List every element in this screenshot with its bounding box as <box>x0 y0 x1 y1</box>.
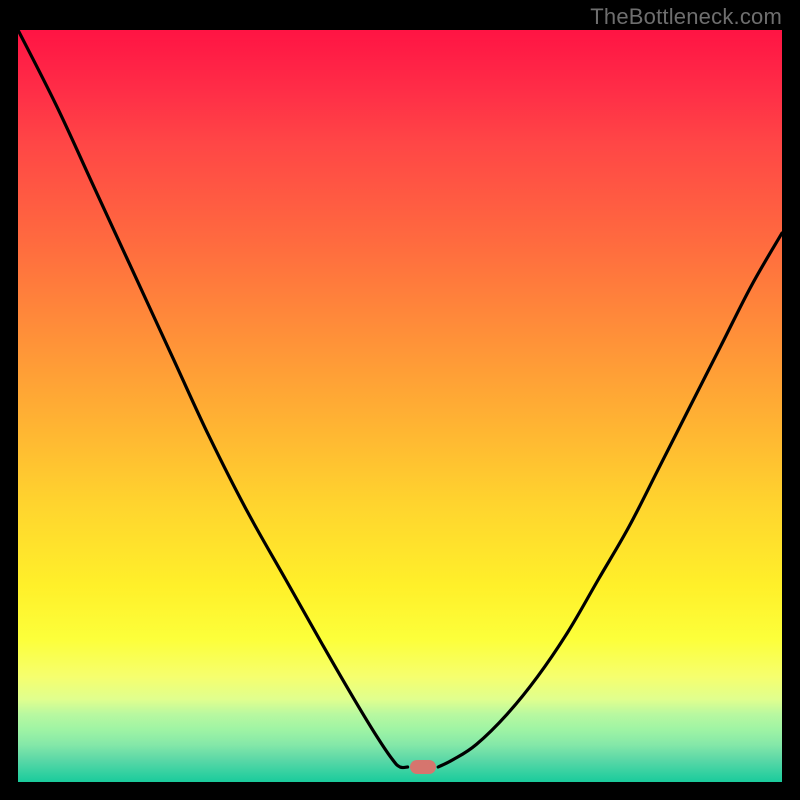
plot-area <box>18 30 782 782</box>
chart-frame: TheBottleneck.com <box>0 0 800 800</box>
watermark-text: TheBottleneck.com <box>590 4 782 30</box>
bottleneck-marker <box>410 760 436 774</box>
right-curve-path <box>438 233 782 767</box>
left-curve-path <box>18 30 408 768</box>
curve-layer <box>18 30 782 782</box>
